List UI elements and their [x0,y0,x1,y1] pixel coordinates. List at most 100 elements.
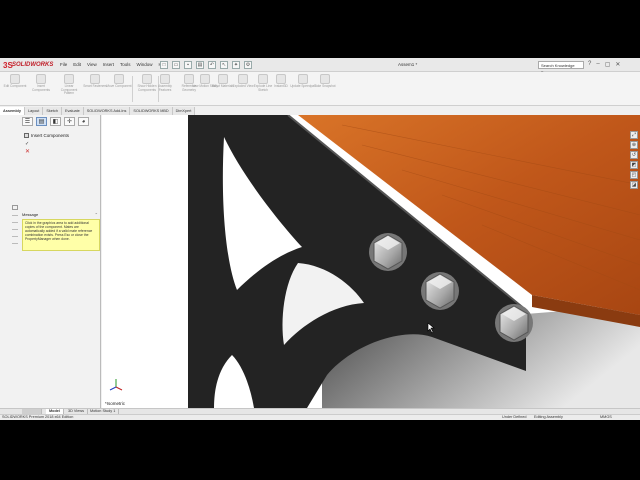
solidworks-logo[interactable]: 3S SOLIDWORKS [3,60,53,70]
menu-view[interactable]: View [87,62,97,67]
explode-line-sketch-icon [258,74,268,84]
assembly-features-button[interactable]: Assembly Features [152,74,178,104]
panel-decoration [12,205,20,250]
instant3d-icon [276,74,286,84]
property-manager-panel: ☰ ▤ ◧ ✛ ◕ Insert Components ✓ ✕ Message … [0,115,101,408]
dimxpert-manager-icon[interactable]: ✛ [64,117,75,126]
insert-components-icon [24,133,29,138]
window-controls: ? – ▢ ✕ [588,61,620,68]
minimize-icon[interactable]: – [596,61,599,68]
edit-component-button[interactable]: Edit Component [2,74,28,104]
menu-bar: File Edit View Insert Tools Window Help [60,62,168,67]
cancel-button[interactable]: ✕ [25,149,30,155]
options-icon[interactable]: ⚙ [244,61,252,69]
take-snapshot-button[interactable]: Take Snapshot [312,74,338,104]
open-folder-icon[interactable]: ▭ [172,61,180,69]
update-speedpak-icon [298,74,308,84]
view-orientation-toolbar: ⤢ ⊕ ↺ ◩ ◰ ◪ [630,131,638,191]
help-icon[interactable]: ? [588,61,591,68]
tab-solidworks-mbd[interactable]: SOLIDWORKS MBD [130,107,173,115]
bolt-3[interactable] [495,304,533,342]
command-label: Edit Component [3,84,27,88]
view-orientation-icon[interactable]: ◰ [630,171,638,179]
rebuild-icon[interactable]: ✦ [232,61,240,69]
solidworks-window: 3S SOLIDWORKS File Edit View Insert Tool… [0,58,640,420]
bolt-1[interactable] [369,233,407,271]
menu-window[interactable]: Window [137,62,153,67]
graphics-area[interactable]: ⤢ ⊕ ↺ ◩ ◰ ◪ *Isometric [102,115,640,408]
document-title: Assem1 * [398,62,418,67]
search-input[interactable]: Search Knowledge Base [538,61,584,75]
tab-evaluate[interactable]: Evaluate [61,107,84,115]
pm-title: Insert Components [24,133,69,138]
display-style-icon[interactable]: ◪ [630,181,638,189]
command-label: Insert Components [31,84,51,92]
editing-mode: Editing Assembly [534,415,563,419]
bolt-2[interactable] [421,272,459,310]
model-scene[interactable] [102,115,640,408]
tab-sketch[interactable]: Sketch [43,107,62,115]
configuration-manager-icon[interactable]: ◧ [50,117,61,126]
brand-name: SOLIDWORKS [12,62,54,68]
exploded-view-icon [238,74,248,84]
display-manager-icon[interactable]: ◕ [78,117,89,126]
title-bar: 3S SOLIDWORKS File Edit View Insert Tool… [0,58,640,75]
quick-access-toolbar: □ ▭ ▪ ▤ ↶ ↖ ✦ ⚙ [160,61,252,69]
linear-pattern-button[interactable]: Linear Component Pattern [56,74,82,104]
command-label: Smart Fasteners [83,84,107,88]
manager-pane-tabs: ☰ ▤ ◧ ✛ ◕ [22,117,89,126]
section-view-icon[interactable]: ◩ [630,161,638,169]
new-document-icon[interactable]: □ [160,61,168,69]
separator [132,76,133,102]
tab-dimxpert[interactable]: DimXpert [172,107,196,115]
previous-view-icon[interactable]: ↺ [630,151,638,159]
definition-status: Under Defined [502,415,527,419]
smart-fasteners-icon [90,74,100,84]
insert-components-icon [36,74,46,84]
undo-icon[interactable]: ↶ [208,61,216,69]
units-selector[interactable]: MMGS [600,415,612,420]
tab-solidworks-addins[interactable]: SOLIDWORKS Add-Ins [83,107,131,115]
command-label: Take Snapshot [314,84,336,88]
tab-assembly[interactable]: Assembly [0,107,25,115]
assembly-features-icon [160,74,170,84]
move-component-button[interactable]: Move Component [106,74,132,104]
status-bar: SOLIDWORKS Premium 2018 x64 Edition Unde… [0,414,640,420]
maximize-icon[interactable]: ▢ [605,61,611,68]
ok-button[interactable]: ✓ [25,141,29,147]
move-component-icon [114,74,124,84]
new-motion-study-icon [200,74,210,84]
tab-layout[interactable]: Layout [24,107,44,115]
collapse-icon[interactable]: ⌃ [95,212,98,217]
command-label: Move Component [106,84,132,88]
command-label: Linear Component Pattern [60,84,78,96]
zoom-to-fit-icon[interactable]: ⤢ [630,131,638,139]
message-header-label: Message [22,212,39,217]
print-icon[interactable]: ▤ [196,61,204,69]
zoom-area-icon[interactable]: ⊕ [630,141,638,149]
menu-file[interactable]: File [60,62,67,67]
message-header[interactable]: Message ⌃ [22,212,100,218]
feature-manager-icon[interactable]: ☰ [22,117,33,126]
show-hidden-icon [142,74,152,84]
pm-title-text: Insert Components [31,133,70,138]
panel-pin-icon[interactable] [12,205,18,210]
smart-fasteners-button[interactable]: Smart Fasteners [82,74,108,104]
linear-pattern-icon [64,74,74,84]
command-manager: Edit Component Insert Components Linear … [0,72,640,106]
view-label: *Isometric [105,401,126,406]
property-manager-icon[interactable]: ▤ [36,117,47,126]
insert-components-button[interactable]: Insert Components [28,74,54,104]
command-label: Instant3D [274,84,288,88]
edit-component-icon [10,74,20,84]
menu-tools[interactable]: Tools [120,62,131,67]
ds-logo-icon: 3S [3,60,13,70]
camera-icon [320,74,330,84]
select-icon[interactable]: ↖ [220,61,228,69]
save-icon[interactable]: ▪ [184,61,192,69]
menu-edit[interactable]: Edit [73,62,81,67]
close-icon[interactable]: ✕ [615,61,620,68]
menu-insert[interactable]: Insert [103,62,114,67]
coordinate-triad-icon [109,379,123,391]
edition-label: SOLIDWORKS Premium 2018 x64 Edition [2,415,74,419]
